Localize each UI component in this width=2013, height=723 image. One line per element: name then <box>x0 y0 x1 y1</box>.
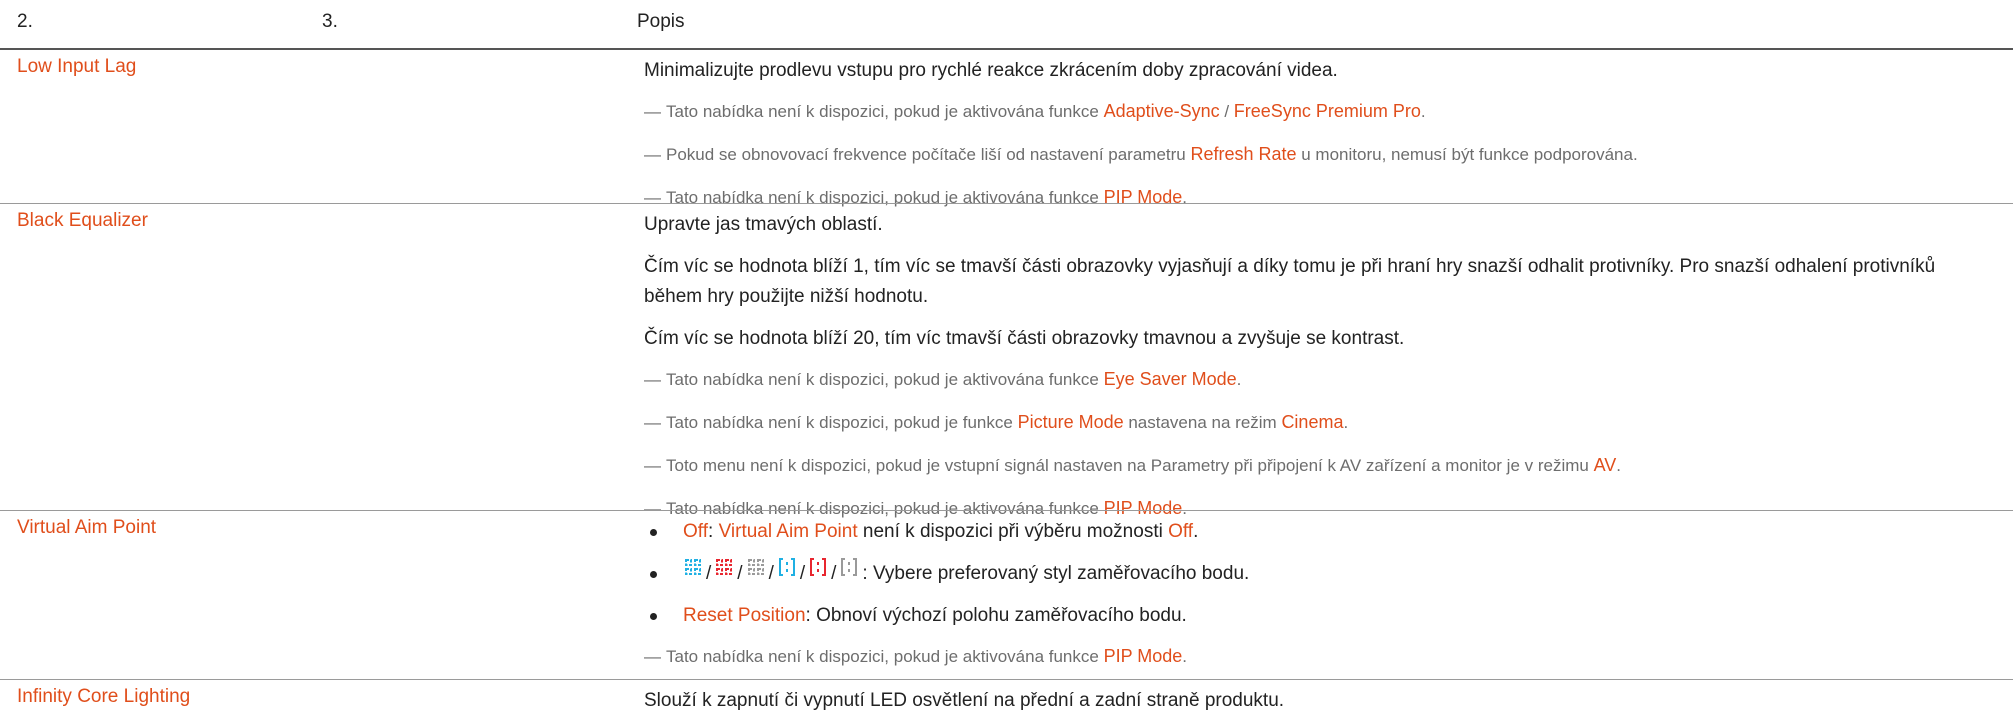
menu-term: Adaptive-Sync <box>1103 101 1220 121</box>
separator-slash: / <box>831 563 837 585</box>
note-mark: ― <box>644 145 661 164</box>
crosshair-bracket-gray-icon <box>839 557 859 587</box>
table-row-virtual-aim-point: Virtual Aim Point Off: Virtual Aim Point… <box>0 510 2013 678</box>
crosshair-bracket-red-icon <box>808 557 828 587</box>
menu-term: Virtual Aim Point <box>718 521 858 542</box>
note-mark: ― <box>644 102 661 121</box>
description-text: Čím víc se hodnota blíží 1, tím víc se t… <box>644 256 1936 307</box>
crosshair-bracket-cyan-icon <box>777 557 797 587</box>
bullet-item: / / / / / : Vybere preferovaný styl zaměřovac… <box>644 557 2003 589</box>
note: ― Pokud se obnovovací frekvence počítače … <box>644 144 1638 164</box>
menu-term: FreeSync Premium Pro <box>1233 101 1421 121</box>
table-row-infinity-core-lighting: Infinity Core Lighting Slouží k zapnutí … <box>0 679 2013 723</box>
menu-term: Cinema <box>1281 412 1344 432</box>
column-header-description: Popis <box>637 11 685 32</box>
row-name-infinity-core-lighting: Infinity Core Lighting <box>17 686 191 707</box>
note: ― Tato nabídka není k dispozici, pokud je… <box>644 101 1426 121</box>
description-text: Slouží k zapnutí či vypnutí LED osvětlen… <box>644 690 1285 711</box>
column-header-sub: 3. <box>322 11 338 32</box>
row-description: Slouží k zapnutí či vypnutí LED osvětlen… <box>644 686 2003 716</box>
row-description: Off: Virtual Aim Point není k dispozici … <box>644 517 2003 670</box>
menu-term: Eye Saver Mode <box>1103 369 1237 389</box>
separator-slash: / <box>799 563 806 585</box>
bullet-text: : Vybere preferovaný styl zaměřovacího b… <box>862 563 1250 585</box>
option-off: Off <box>683 521 708 542</box>
table-row-black-equalizer: Black Equalizer Upravte jas tmavých obla… <box>0 203 2013 518</box>
crosshair-square-red-icon <box>714 557 734 587</box>
separator-slash: / <box>737 563 743 585</box>
option-off: Off <box>1168 521 1194 542</box>
row-description: Upravte jas tmavých oblastí. Čím víc se … <box>644 210 2003 522</box>
column-header-name: 2. <box>17 11 33 32</box>
menu-term: AV <box>1593 455 1617 475</box>
row-name-black-equalizer: Black Equalizer <box>17 210 148 231</box>
option-reset-position: Reset Position <box>683 605 806 627</box>
note-mark: ― <box>644 370 661 389</box>
crosshair-square-gray-icon <box>746 557 766 587</box>
note-mark: ― <box>644 456 661 475</box>
menu-term: PIP Mode <box>1103 646 1183 667</box>
note-mark: ― <box>644 413 661 432</box>
note: ― Toto menu není k dispozici, pokud je vs… <box>644 455 1622 475</box>
bullet-item: Reset Position: Obnoví výchozí polohu za… <box>644 601 2003 631</box>
description-text: Upravte jas tmavých oblastí. <box>644 214 883 235</box>
menu-term: Picture Mode <box>1017 412 1124 432</box>
row-name-low-input-lag: Low Input Lag <box>17 56 137 77</box>
row-name-virtual-aim-point: Virtual Aim Point <box>17 517 157 538</box>
separator-slash: / <box>706 563 712 585</box>
note: ― Tato nabídka není k dispozici, pokud je… <box>644 646 1188 667</box>
note-mark: ― <box>644 647 661 667</box>
note: ― Tato nabídka není k dispozici, pokud je… <box>644 412 1349 432</box>
description-text: Čím víc se hodnota blíží 20, tím víc tma… <box>644 328 1405 349</box>
crosshair-square-cyan-icon <box>683 557 703 587</box>
menu-term: Refresh Rate <box>1190 144 1297 164</box>
bullet-item: Off: Virtual Aim Point není k dispozici … <box>644 517 2003 547</box>
separator-slash: / <box>768 563 774 585</box>
note: ― Tato nabídka není k dispozici, pokud je… <box>644 369 1242 389</box>
description-text: Minimalizujte prodlevu vstupu pro rychlé… <box>644 60 1338 81</box>
row-description: Minimalizujte prodlevu vstupu pro rychlé… <box>644 56 2003 211</box>
table-row-low-input-lag: Low Input Lag Minimalizujte prodlevu vst… <box>0 50 2013 207</box>
table-header: 2. 3. Popis <box>0 0 2013 50</box>
